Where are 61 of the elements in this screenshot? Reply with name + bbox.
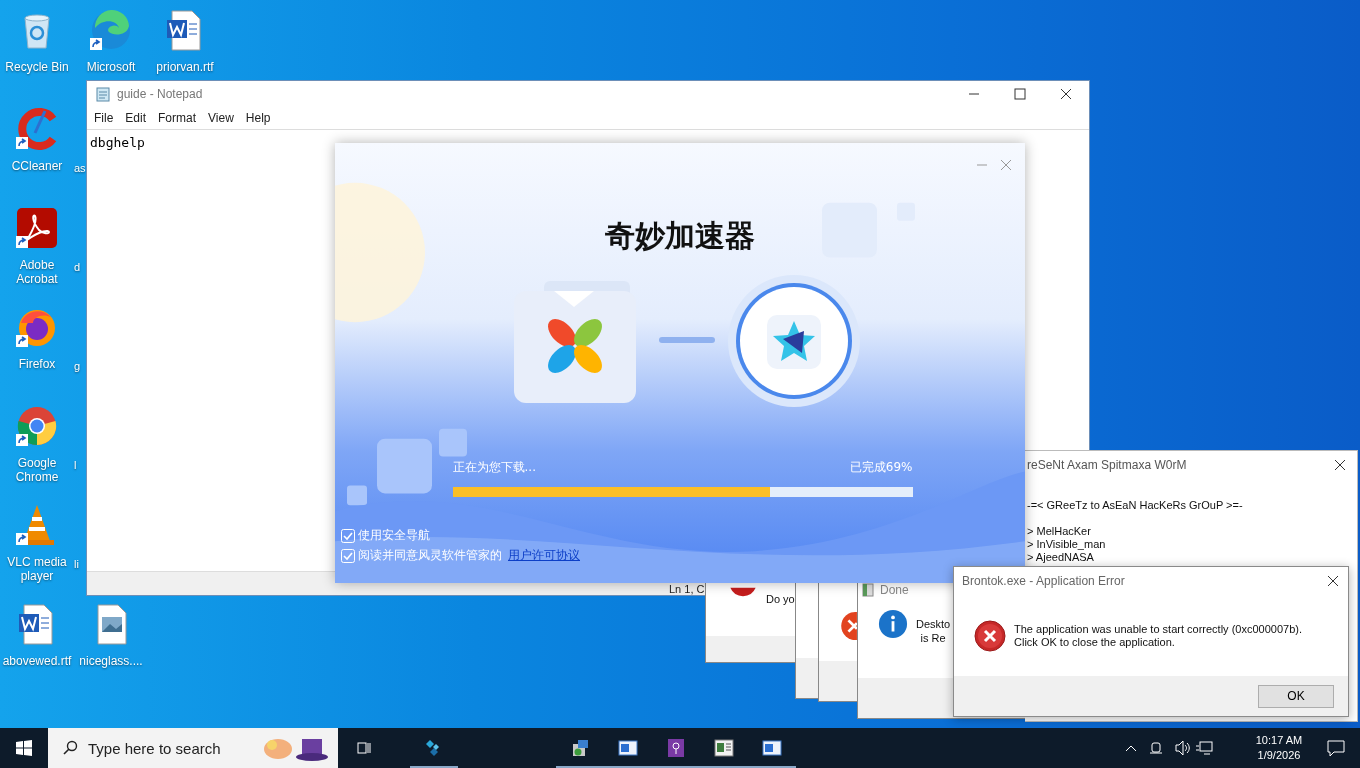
message-line: > MelHacKer	[1027, 525, 1092, 538]
menu-item[interactable]: Format	[153, 111, 202, 125]
dialog-message: is Re	[920, 631, 946, 645]
error-icon	[974, 619, 1006, 652]
status-text: Ln 1, C	[669, 583, 705, 595]
progress-percent: 已完成69%	[849, 459, 913, 476]
start-button[interactable]	[16, 740, 32, 756]
warning-icon	[728, 586, 758, 597]
download-status: 正在为您下载...	[452, 459, 536, 476]
license-link[interactable]: 用户许可协议	[508, 547, 580, 564]
dialog-message: Do yo	[766, 592, 795, 606]
option-label: 阅读并同意风灵软件管家的	[358, 547, 502, 564]
icon-label: abovewed.rtf	[1, 654, 73, 668]
checkbox[interactable]	[341, 528, 355, 543]
icon-label: Adobe Acrobat	[15, 258, 59, 286]
icon-label: niceglass....	[78, 654, 144, 668]
window-title: guide - Notepad	[117, 87, 203, 101]
info-icon	[878, 609, 908, 639]
icon-label: g	[74, 359, 81, 373]
icon-label: l	[74, 458, 77, 472]
checkbox[interactable]	[341, 548, 355, 563]
message-line: > InVisible_man	[1027, 538, 1107, 551]
window-title: Brontok.exe - Application Error	[962, 574, 1125, 588]
error-message: The application was unable to start correctly (0xc000007b).	[1014, 622, 1302, 636]
window-title: Done	[880, 583, 909, 597]
error-message: Click OK to close the application.	[1014, 635, 1176, 649]
window-title: reSeNt Axam Spitmaxa W0rM	[1027, 458, 1187, 472]
menu-item[interactable]: Edit	[120, 111, 152, 125]
icon-label: d	[74, 260, 81, 274]
notepad-icon	[95, 86, 111, 102]
dialog-message: Deskto	[916, 617, 951, 631]
ok-button[interactable]: OK	[1258, 684, 1334, 708]
app-icon[interactable]	[15, 404, 59, 448]
icon-label: li	[74, 557, 79, 571]
icon-label: Recycle Bin	[4, 60, 70, 74]
task-view-button[interactable]	[356, 740, 372, 756]
close-icon[interactable]	[1333, 458, 1347, 472]
icon-label: VLC media player	[6, 555, 68, 583]
clock-time: 10:17 AM	[1255, 733, 1303, 748]
clock-date: 1/9/2026	[1257, 748, 1301, 763]
notifications-icon[interactable]	[1326, 738, 1346, 758]
icon-label: Microsoft	[85, 60, 137, 74]
icon-label: priorvan.rtf	[155, 60, 215, 74]
icon-label: CCleaner	[10, 159, 64, 173]
icon-label: Firefox	[17, 357, 57, 371]
app-icon[interactable]	[15, 107, 59, 151]
window-icon	[862, 583, 874, 597]
menu-item[interactable]: Help	[240, 111, 276, 125]
icon-label: as	[74, 161, 86, 175]
icon-label: Google Chrome	[14, 456, 60, 484]
app-icon[interactable]	[89, 8, 133, 52]
menu-item[interactable]: View	[203, 111, 239, 125]
search-icon	[62, 740, 78, 756]
message-line: > AjeedNASA	[1027, 551, 1095, 564]
close-icon[interactable]	[1326, 574, 1340, 588]
option-label: 使用安全导航	[358, 527, 430, 544]
search-field[interactable]: Type here to search	[48, 728, 338, 768]
message-line: -=< GReeTz to AsEaN HacKeRs GrOuP >=-	[1027, 499, 1244, 512]
app-icon[interactable]	[15, 206, 59, 250]
app-title: 奇妙加速器	[605, 217, 755, 255]
menu-item[interactable]: File	[89, 111, 119, 125]
